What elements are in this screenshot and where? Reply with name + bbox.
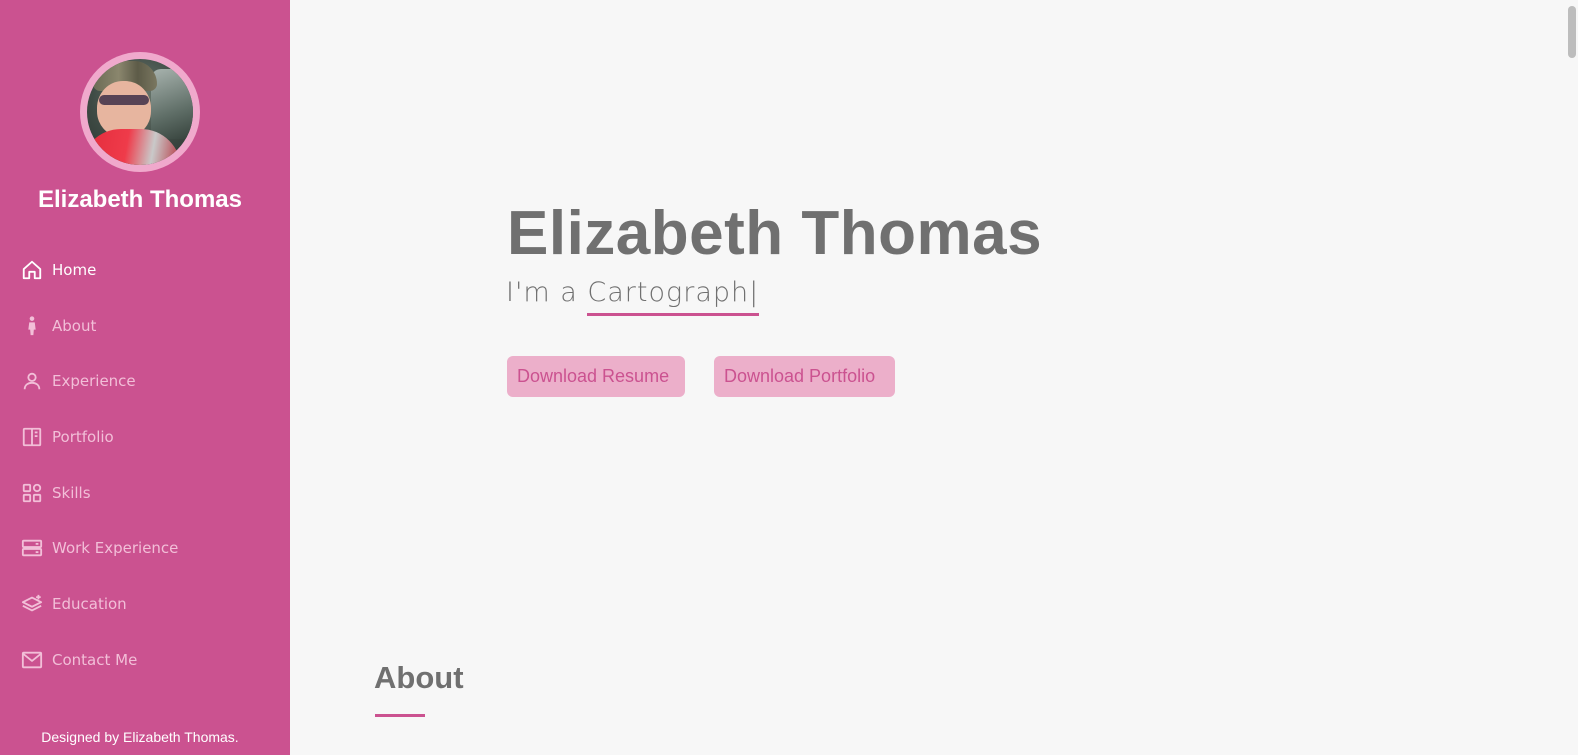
scrollbar-thumb[interactable] xyxy=(1568,6,1576,58)
sidebar-item-label: Work Experience xyxy=(52,539,179,558)
hero-typed-line: I'm a Cartograph| xyxy=(506,277,760,316)
sidebar-item-label: Education xyxy=(52,595,127,614)
sidebar-item-contact[interactable]: Contact Me xyxy=(21,646,281,674)
sidebar-item-label: Experience xyxy=(52,372,136,391)
layers-icon xyxy=(21,593,43,615)
sidebar-item-label: Contact Me xyxy=(52,650,138,669)
envelope-icon xyxy=(21,649,43,671)
book-icon xyxy=(21,426,43,448)
sidebar-item-portfolio[interactable]: Portfolio xyxy=(21,423,281,451)
sidebar-item-experience[interactable]: Experience xyxy=(21,367,281,395)
avatar xyxy=(87,59,193,165)
about-section-title: About xyxy=(374,660,464,695)
sidebar-item-label: About xyxy=(52,316,97,335)
about-title-underline xyxy=(375,714,425,717)
hero-title: Elizabeth Thomas xyxy=(507,199,1043,268)
main-content: Elizabeth Thomas I'm a Cartograph| Downl… xyxy=(290,0,1578,755)
server-icon xyxy=(21,537,43,559)
sidebar-nav: Home About Experience Portfolio Skills W… xyxy=(21,256,281,702)
sidebar-item-skills[interactable]: Skills xyxy=(21,479,281,507)
person-icon xyxy=(21,315,43,337)
sidebar-item-education[interactable]: Education xyxy=(21,590,281,618)
sidebar-profile-name: Elizabeth Thomas xyxy=(37,186,243,213)
sidebar-item-label: Portfolio xyxy=(52,428,114,447)
typed-prefix: I'm a xyxy=(506,277,588,308)
sidebar-item-home[interactable]: Home xyxy=(21,256,281,284)
download-resume-button[interactable]: Download Resume xyxy=(507,356,685,397)
home-icon xyxy=(21,259,43,281)
typed-text: Cartograph| xyxy=(587,277,760,316)
footer-credit: Designed by Elizabeth Thomas. xyxy=(41,729,239,745)
grid-icon xyxy=(21,482,43,504)
sidebar-item-work-experience[interactable]: Work Experience xyxy=(21,534,281,562)
page-scrollbar[interactable] xyxy=(1566,0,1578,755)
download-portfolio-button[interactable]: Download Portfolio xyxy=(714,356,895,397)
typing-cursor: | xyxy=(749,277,760,308)
sidebar-item-label: Home xyxy=(52,261,97,279)
user-icon xyxy=(21,370,43,392)
sidebar: Elizabeth Thomas Home About Experience P… xyxy=(0,0,290,755)
profile-avatar-ring xyxy=(80,52,200,172)
sidebar-item-about[interactable]: About xyxy=(21,312,281,340)
sidebar-item-label: Skills xyxy=(52,483,91,502)
